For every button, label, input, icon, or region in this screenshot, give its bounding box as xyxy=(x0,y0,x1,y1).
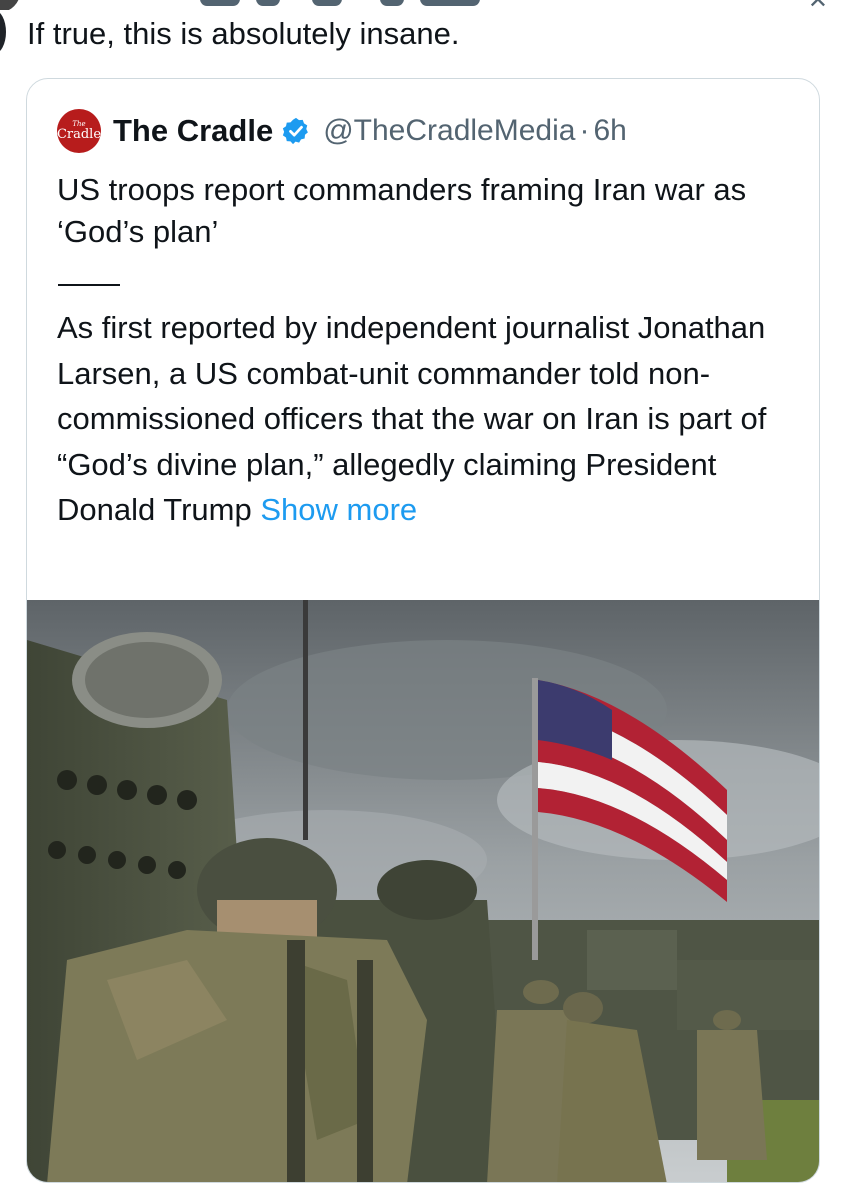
tweet-photo[interactable] xyxy=(27,600,819,1182)
author-handle[interactable]: @TheCradleMedia xyxy=(323,114,575,148)
quoted-tweet-headline: US troops report commanders framing Iran… xyxy=(57,172,747,249)
author-name[interactable]: The Cradle xyxy=(113,113,273,149)
show-more-link[interactable]: Show more xyxy=(260,492,417,527)
previous-row-cutoff: ✕ xyxy=(0,0,842,10)
cutoff-text xyxy=(256,0,280,6)
verified-badge-icon xyxy=(283,117,309,145)
close-icon[interactable]: ✕ xyxy=(808,0,828,10)
separator-dot: · xyxy=(579,114,590,147)
author-avatar[interactable]: The Cradle xyxy=(57,109,101,153)
soldier xyxy=(697,1010,767,1160)
tweet-screenshot: ✕ If true, this is absolutely insane. Th… xyxy=(0,0,842,1200)
cutoff-text xyxy=(420,0,480,6)
photo-soldiers-convoy-flag xyxy=(27,600,819,1182)
timestamp[interactable]: 6h xyxy=(593,114,626,148)
quoted-tweet-card[interactable]: The Cradle The Cradle @TheCradleMedia · … xyxy=(26,78,820,1183)
quoted-tweet-header: The Cradle The Cradle @TheCradleMedia · … xyxy=(57,109,627,153)
divider xyxy=(58,284,120,286)
cutoff-text xyxy=(312,0,342,6)
avatar-logo-text-bottom: Cradle xyxy=(56,126,102,142)
quoted-tweet-body: As first reported by independent journal… xyxy=(57,305,817,533)
tweet-text: If true, this is absolutely insane. xyxy=(27,16,460,51)
cutoff-text xyxy=(380,0,404,6)
avatar[interactable] xyxy=(0,10,6,54)
avatar[interactable] xyxy=(0,0,22,10)
cutoff-text xyxy=(200,0,240,6)
